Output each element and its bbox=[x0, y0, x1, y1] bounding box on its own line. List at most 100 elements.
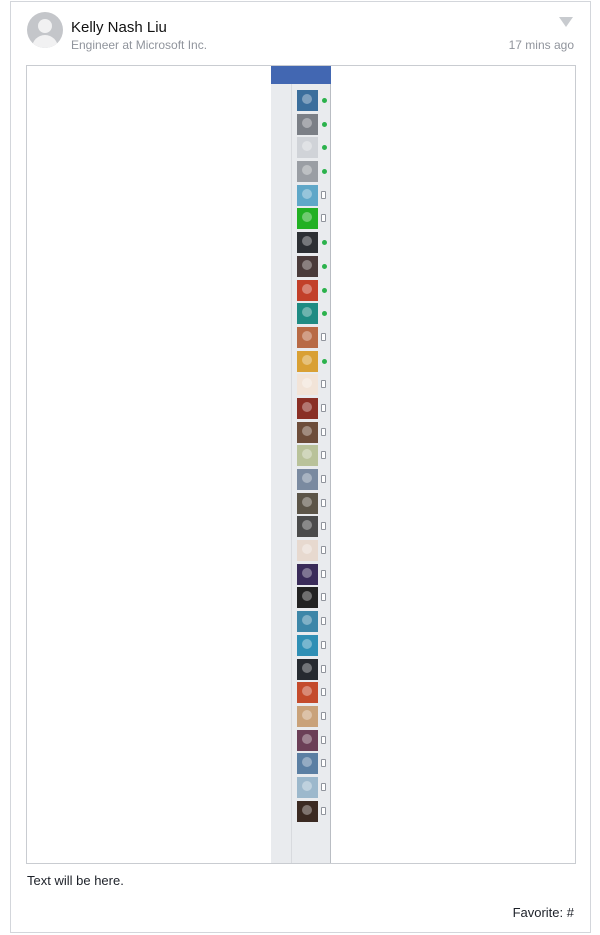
mobile-status-icon bbox=[321, 403, 326, 412]
contact-avatar bbox=[297, 113, 318, 135]
contact-avatar bbox=[297, 232, 318, 254]
contact-avatar bbox=[297, 161, 318, 183]
contact-avatar bbox=[297, 682, 318, 704]
chat-contact[interactable] bbox=[297, 421, 331, 446]
chat-sidebar-divider bbox=[291, 84, 292, 863]
contact-avatar bbox=[297, 208, 318, 230]
contact-avatar bbox=[297, 326, 318, 348]
author-name[interactable]: Kelly Nash Liu bbox=[71, 19, 167, 36]
mobile-status-icon bbox=[321, 427, 326, 436]
chat-contact[interactable] bbox=[297, 445, 331, 469]
chat-contact-list bbox=[297, 90, 331, 824]
mobile-status-icon bbox=[321, 546, 326, 555]
chat-contact[interactable] bbox=[297, 232, 331, 256]
contact-avatar bbox=[297, 776, 318, 798]
contact-avatar bbox=[297, 397, 318, 419]
online-status-dot-icon bbox=[322, 145, 327, 151]
chat-contact[interactable] bbox=[297, 279, 331, 304]
online-status-dot-icon bbox=[322, 121, 327, 127]
chat-contact[interactable] bbox=[297, 374, 331, 398]
mobile-status-icon bbox=[321, 711, 326, 720]
post-text: Text will be here. bbox=[27, 873, 124, 888]
mobile-status-icon bbox=[321, 759, 326, 768]
chat-contact[interactable] bbox=[297, 208, 331, 232]
contact-avatar bbox=[297, 492, 318, 514]
chat-contact[interactable] bbox=[297, 800, 331, 825]
chat-contact[interactable] bbox=[297, 137, 331, 161]
mobile-status-icon bbox=[321, 640, 326, 649]
contact-avatar bbox=[297, 729, 318, 751]
mobile-status-icon bbox=[321, 664, 326, 673]
chat-contact[interactable] bbox=[297, 682, 331, 706]
author-avatar[interactable] bbox=[27, 12, 63, 48]
chat-contact[interactable] bbox=[297, 729, 331, 754]
contact-avatar bbox=[297, 350, 318, 372]
chat-contact[interactable] bbox=[297, 161, 331, 185]
chat-contact[interactable] bbox=[297, 540, 331, 564]
contact-avatar bbox=[297, 303, 318, 325]
mobile-status-icon bbox=[321, 498, 326, 507]
online-status-dot-icon bbox=[322, 240, 327, 246]
chat-contact[interactable] bbox=[297, 255, 331, 280]
post-timestamp[interactable]: 17 mins ago bbox=[509, 38, 574, 52]
chat-contact[interactable] bbox=[297, 113, 331, 138]
contact-avatar bbox=[297, 634, 318, 656]
chat-contact[interactable] bbox=[297, 184, 331, 209]
chat-contact[interactable] bbox=[297, 350, 331, 375]
contact-avatar bbox=[297, 516, 318, 538]
chat-contact[interactable] bbox=[297, 492, 331, 517]
mobile-status-icon bbox=[321, 451, 326, 460]
mobile-status-icon bbox=[321, 522, 326, 531]
post-image[interactable] bbox=[26, 65, 576, 864]
contact-avatar bbox=[297, 255, 318, 277]
contact-avatar bbox=[297, 469, 318, 490]
chat-contact[interactable] bbox=[297, 303, 331, 327]
contact-avatar bbox=[297, 587, 318, 609]
chat-contact[interactable] bbox=[297, 563, 331, 588]
online-status-dot-icon bbox=[322, 98, 327, 103]
avatar-head-icon bbox=[38, 19, 52, 33]
contact-avatar bbox=[297, 753, 318, 775]
contact-avatar bbox=[297, 445, 318, 467]
chat-contact[interactable] bbox=[297, 705, 331, 730]
post-card: Kelly Nash Liu Engineer at Microsoft Inc… bbox=[10, 1, 591, 933]
contact-avatar bbox=[297, 184, 318, 206]
favorite-count[interactable]: Favorite: # bbox=[513, 905, 574, 920]
online-status-dot-icon bbox=[322, 263, 327, 269]
post-options-chevron-icon[interactable] bbox=[559, 17, 573, 27]
chat-contact[interactable] bbox=[297, 587, 331, 611]
chat-contact[interactable] bbox=[297, 90, 331, 114]
mobile-status-icon bbox=[321, 782, 326, 791]
contact-avatar bbox=[297, 90, 318, 111]
contact-avatar bbox=[297, 540, 318, 562]
mobile-status-icon bbox=[321, 475, 326, 483]
contact-avatar bbox=[297, 705, 318, 727]
mobile-status-icon bbox=[321, 380, 326, 389]
chat-contact[interactable] bbox=[297, 634, 331, 659]
contact-avatar bbox=[297, 611, 318, 633]
contact-avatar bbox=[297, 563, 318, 585]
contact-avatar bbox=[297, 421, 318, 443]
contact-avatar bbox=[297, 800, 318, 822]
online-status-dot-icon bbox=[322, 311, 327, 317]
online-status-dot-icon bbox=[322, 358, 327, 364]
mobile-status-icon bbox=[321, 806, 326, 815]
contact-avatar bbox=[297, 658, 318, 680]
contact-avatar bbox=[297, 279, 318, 301]
online-status-dot-icon bbox=[322, 169, 327, 175]
mobile-status-icon bbox=[321, 735, 326, 744]
mobile-status-icon bbox=[321, 569, 326, 578]
chat-contact[interactable] bbox=[297, 397, 331, 422]
chat-contact[interactable] bbox=[297, 469, 331, 493]
author-title: Engineer at Microsoft Inc. bbox=[71, 38, 208, 52]
chat-contact[interactable] bbox=[297, 611, 331, 635]
chat-contact[interactable] bbox=[297, 753, 331, 777]
chat-contact[interactable] bbox=[297, 516, 331, 540]
mobile-status-icon bbox=[321, 617, 326, 626]
chat-sidebar-screenshot bbox=[271, 66, 331, 863]
favorite-label: Favorite: bbox=[512, 905, 564, 920]
chat-contact[interactable] bbox=[297, 326, 331, 351]
favorite-value: # bbox=[566, 905, 574, 920]
chat-contact[interactable] bbox=[297, 776, 331, 801]
chat-contact[interactable] bbox=[297, 658, 331, 683]
